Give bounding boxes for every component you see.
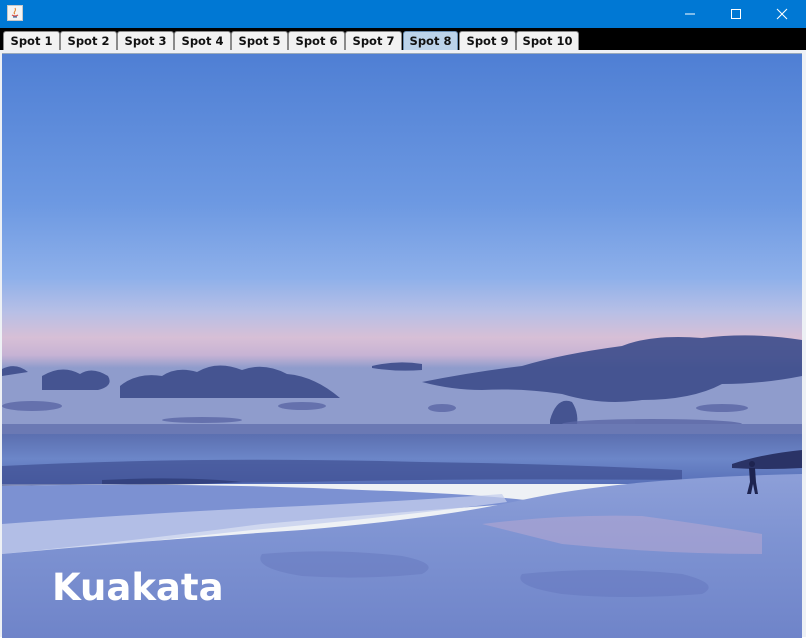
tab-spot-9[interactable]: Spot 9 — [459, 31, 516, 50]
tab-spot-1[interactable]: Spot 1 — [3, 31, 60, 50]
tab-label: Spot 2 — [67, 34, 110, 48]
tab-content-panel: Kuakata — [0, 50, 806, 638]
tab-label: Spot 3 — [124, 34, 167, 48]
tab-spot-2[interactable]: Spot 2 — [60, 31, 117, 50]
tab-label: Spot 7 — [352, 34, 395, 48]
tab-spot-4[interactable]: Spot 4 — [174, 31, 231, 50]
tab-label: Spot 5 — [238, 34, 281, 48]
tab-label: Spot 4 — [181, 34, 224, 48]
minimize-button[interactable] — [667, 0, 713, 28]
tab-label: Spot 6 — [295, 34, 338, 48]
close-icon — [776, 8, 788, 20]
close-button[interactable] — [759, 0, 805, 28]
tab-spot-8[interactable]: Spot 8 — [403, 31, 458, 50]
tab-spot-7[interactable]: Spot 7 — [345, 31, 402, 50]
tab-spot-10[interactable]: Spot 10 — [516, 31, 579, 50]
maximize-button[interactable] — [713, 0, 759, 28]
title-bar — [0, 0, 806, 28]
minimize-icon — [685, 13, 695, 15]
tab-spot-6[interactable]: Spot 6 — [288, 31, 345, 50]
maximize-icon — [731, 9, 741, 19]
tab-label: Spot 1 — [10, 34, 53, 48]
java-app-icon — [7, 5, 23, 21]
location-caption: Kuakata — [52, 566, 224, 609]
tab-spot-3[interactable]: Spot 3 — [117, 31, 174, 50]
tab-spot-5[interactable]: Spot 5 — [231, 31, 288, 50]
beach-photo — [2, 53, 802, 638]
tab-label: Spot 8 — [409, 34, 452, 48]
tab-label: Spot 9 — [466, 34, 509, 48]
tab-label: Spot 10 — [522, 34, 573, 48]
